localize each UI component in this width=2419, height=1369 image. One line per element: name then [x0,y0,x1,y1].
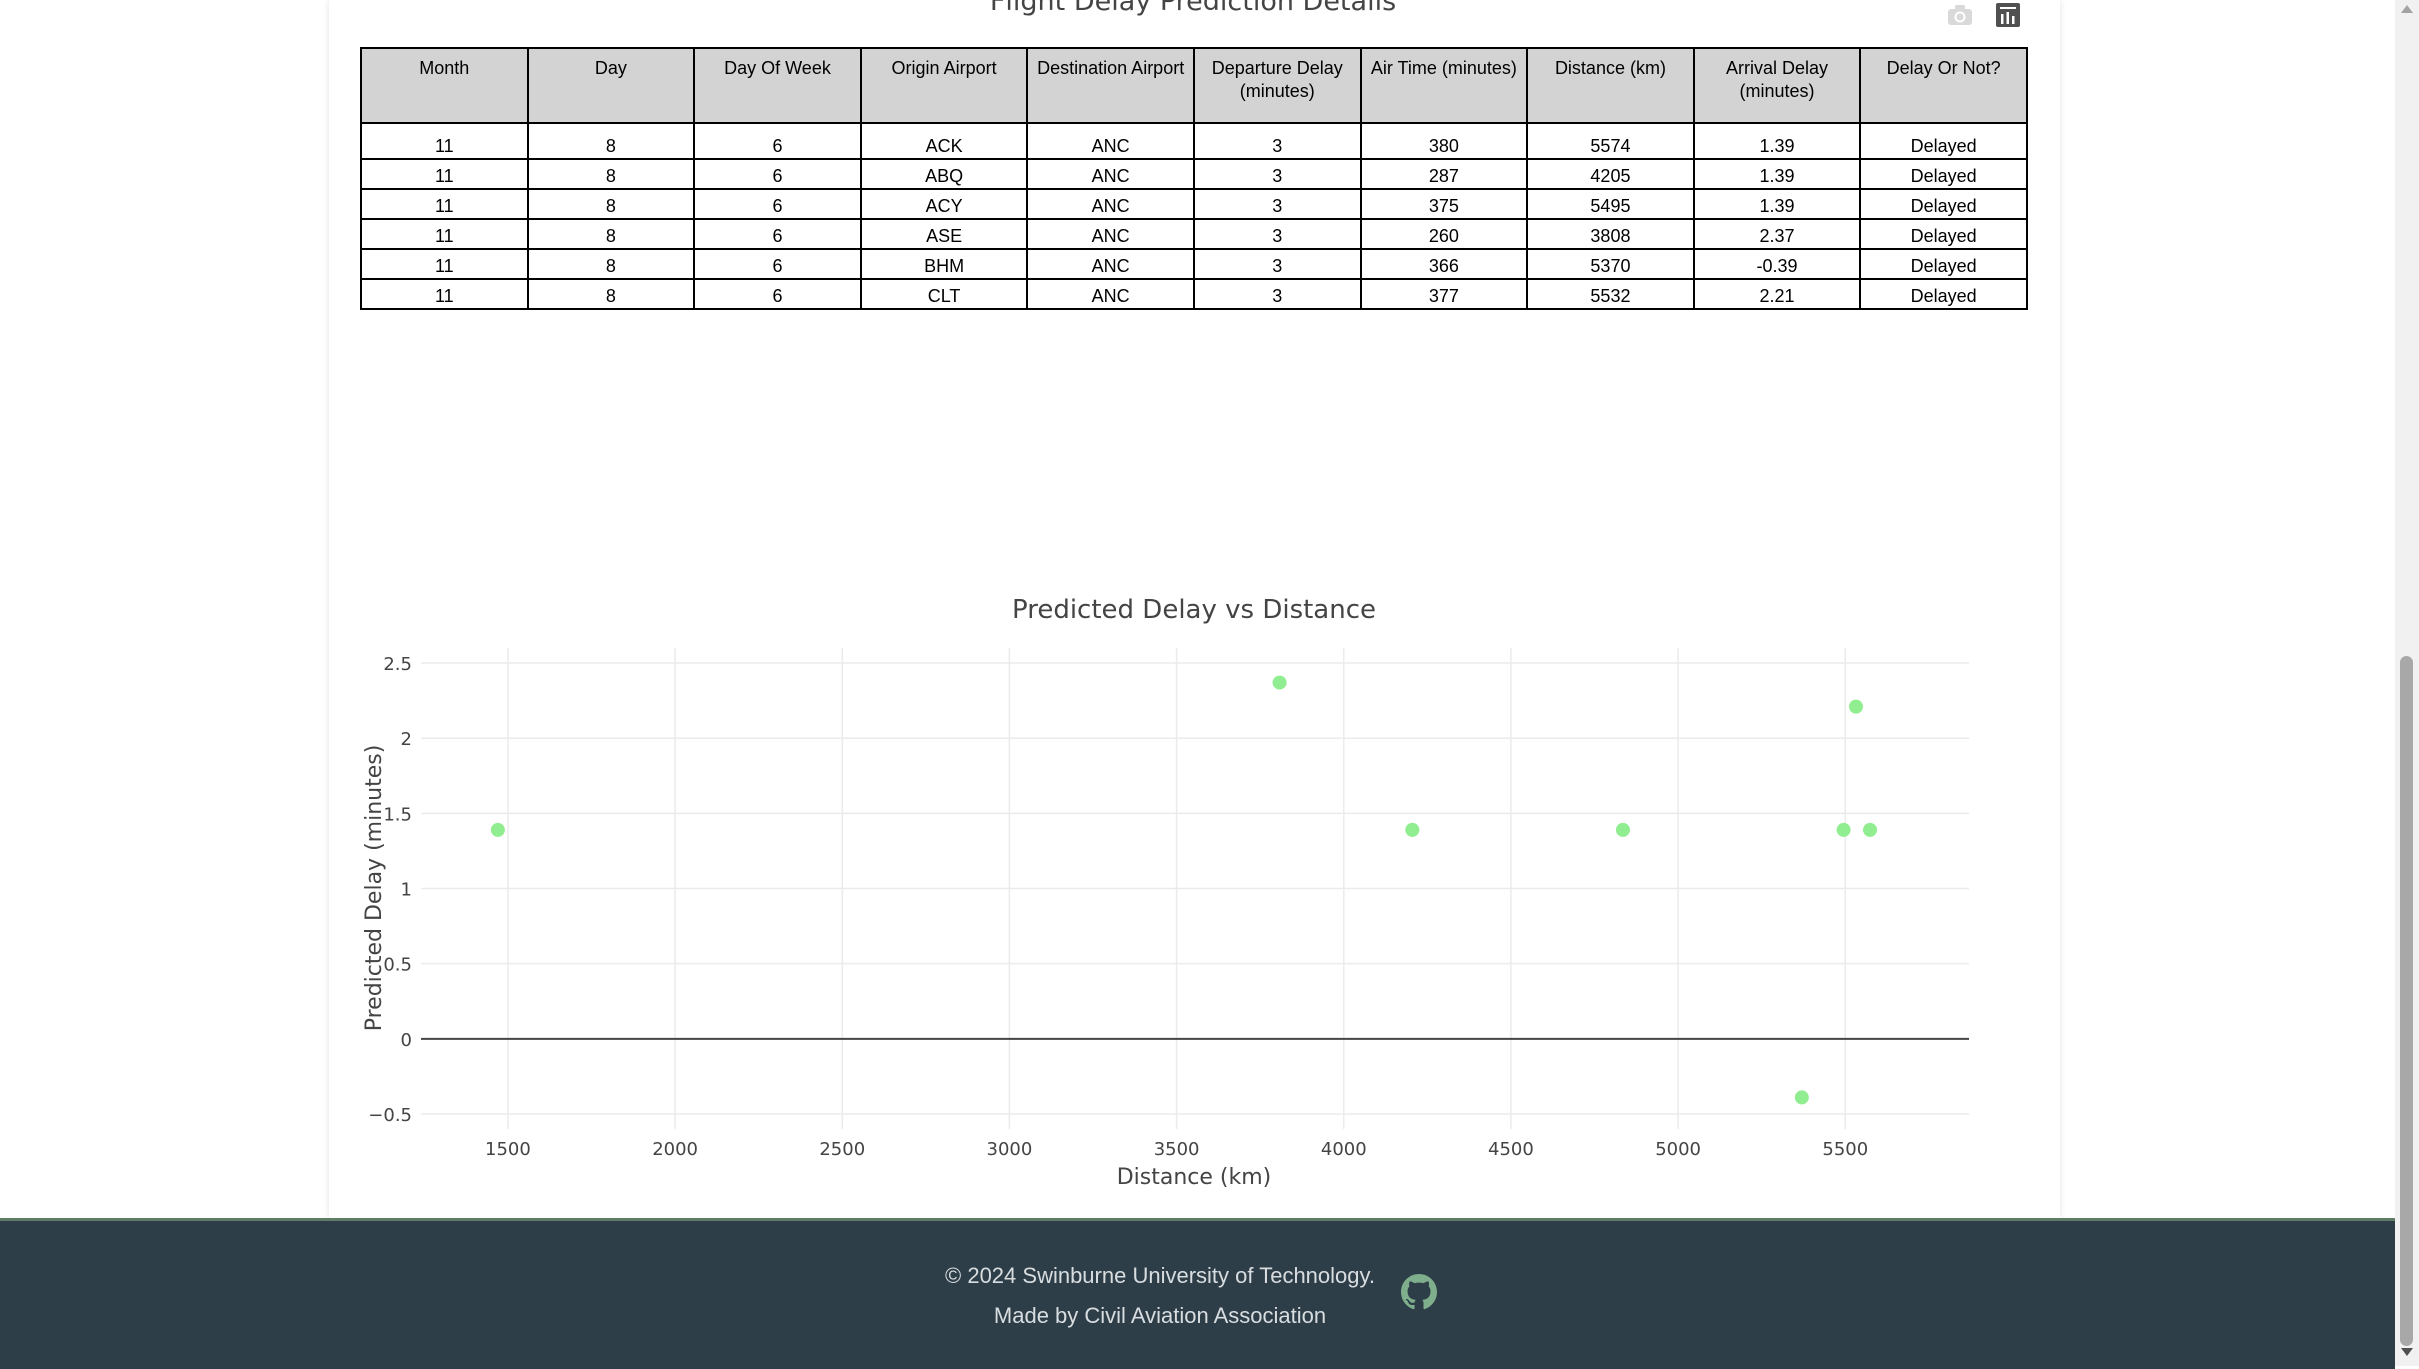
scatter-points [490,675,1878,1105]
scrollbar-thumb[interactable] [2400,656,2413,1346]
footer-copyright: © 2024 Swinburne University of Technolog… [945,1263,1375,1288]
x-tick-label: 4500 [1488,1139,1534,1160]
x-tick-label: 3500 [1154,1139,1200,1160]
scatter-point[interactable] [490,822,505,837]
scroll-down-arrow-icon[interactable] [2401,1348,2413,1356]
scatter-point[interactable] [1836,822,1851,837]
x-tick-label: 2000 [652,1139,698,1160]
footer-made-by: Made by Civil Aviation Association [993,1303,1327,1328]
scatter-point[interactable] [1794,1090,1809,1105]
footer: © 2024 Swinburne University of Technolog… [0,1218,2395,1369]
y-tick-label: 1 [401,880,412,901]
scroll-up-arrow-icon[interactable] [2401,5,2413,13]
predicted-delay-chart: Predicted Delay vs Distance 1500 2000 2500… [362,595,1969,1190]
y-tick-label: 2 [401,729,412,750]
x-tick-label: 2500 [819,1139,865,1160]
chart-title: Predicted Delay vs Distance [1012,595,1376,625]
y-tick-label: 0.5 [383,955,412,976]
x-tick-label: 5500 [1822,1139,1868,1160]
y-tick-label: 2.5 [383,654,412,675]
x-tick-label: 4000 [1321,1139,1367,1160]
scatter-point[interactable] [1405,822,1420,837]
y-axis-title: Predicted Delay (minutes) [362,745,387,1032]
scatter-point[interactable] [1848,699,1863,714]
github-icon[interactable] [1401,1274,1437,1310]
y-tick-label: 0 [401,1030,412,1051]
x-tick-label: 3000 [987,1139,1033,1160]
x-axis-title: Distance (km) [1117,1165,1272,1190]
x-tick-label: 1500 [485,1139,531,1160]
chart-grid [421,648,1969,1129]
scatter-point[interactable] [1863,822,1878,837]
scatter-point[interactable] [1615,822,1630,837]
scatter-point[interactable] [1272,675,1287,690]
x-axis-ticks: 1500 2000 2500 3000 3500 4000 4500 5000 5500 [485,1139,1868,1160]
y-tick-label: −0.5 [368,1105,412,1126]
y-tick-label: 1.5 [383,804,412,825]
vertical-scrollbar[interactable] [2395,0,2419,1366]
x-tick-label: 5000 [1655,1139,1701,1160]
